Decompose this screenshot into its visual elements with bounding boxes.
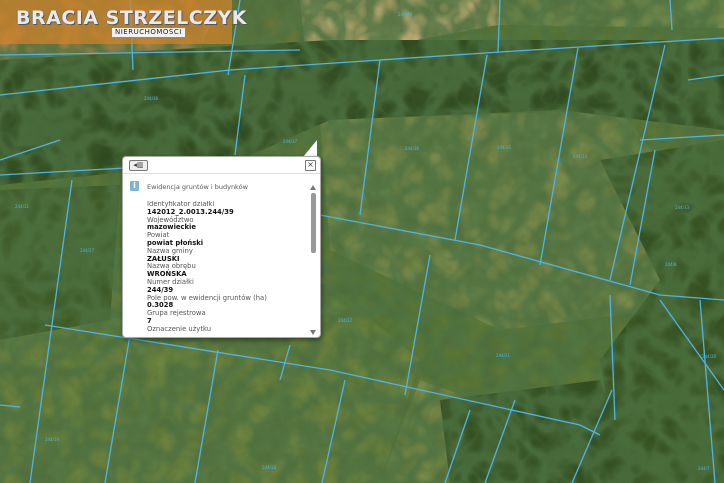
- parcel-label: 244/34: [573, 154, 588, 159]
- parcel-attributes: Identyfikator działki 142012_2.0013.244/…: [147, 201, 307, 337]
- parcel-label: 244/21: [496, 353, 511, 358]
- parcel-info-popup: ◂▥ × i Ewidencja gruntów i budynków Iden…: [122, 156, 321, 338]
- parcel-label: 244/18: [262, 465, 277, 470]
- parcel-label: 244/8: [665, 262, 677, 267]
- data-source-title: Ewidencja gruntów i budynków: [147, 183, 248, 191]
- company-logo: BRACIA STRZELCZYK NIERUCHOMOŚCI: [0, 0, 247, 44]
- parcel-label: 244/33: [675, 205, 690, 210]
- parcel-label: 244/38: [144, 96, 159, 101]
- parcel-label: 244/40: [398, 12, 413, 17]
- attr-label: Grupa rejestrowa: [147, 309, 206, 318]
- info-icon: i: [130, 181, 139, 191]
- popup-pointer: [303, 140, 317, 157]
- parcel-label: 244/36: [405, 146, 420, 151]
- parcel-label: 244/22: [338, 318, 353, 323]
- logo-subtitle: NIERUCHOMOŚCI: [111, 27, 186, 38]
- scroll-up-icon[interactable]: [310, 185, 316, 190]
- logo-title: BRACIA STRZELCZYK: [16, 7, 247, 29]
- parcel-label: 244/37: [283, 139, 298, 144]
- parcel-label: 244/35: [497, 145, 512, 150]
- back-arrow-icon[interactable]: ◂▥: [129, 160, 148, 171]
- scroll-thumb[interactable]: [311, 193, 316, 253]
- attr-label: Oznaczenie użytku: [147, 324, 212, 333]
- parcel-label: 244/19: [45, 437, 60, 442]
- close-icon[interactable]: ×: [305, 160, 316, 171]
- parcel-label: 244/27: [80, 248, 95, 253]
- parcel-label: 244/31: [15, 204, 30, 209]
- parcel-label: 244/20: [702, 354, 717, 359]
- ground-texture: [0, 0, 724, 483]
- popup-header: ◂▥ ×: [123, 157, 320, 174]
- attr-value: mazowieckie: [147, 223, 197, 232]
- scroll-down-icon[interactable]: [310, 330, 316, 335]
- popup-scrollbar[interactable]: [310, 185, 317, 335]
- parcel-label: 244/7: [698, 466, 710, 471]
- aerial-map[interactable]: 244/40 244/38 244/37 244/36 244/35 244/3…: [0, 0, 724, 483]
